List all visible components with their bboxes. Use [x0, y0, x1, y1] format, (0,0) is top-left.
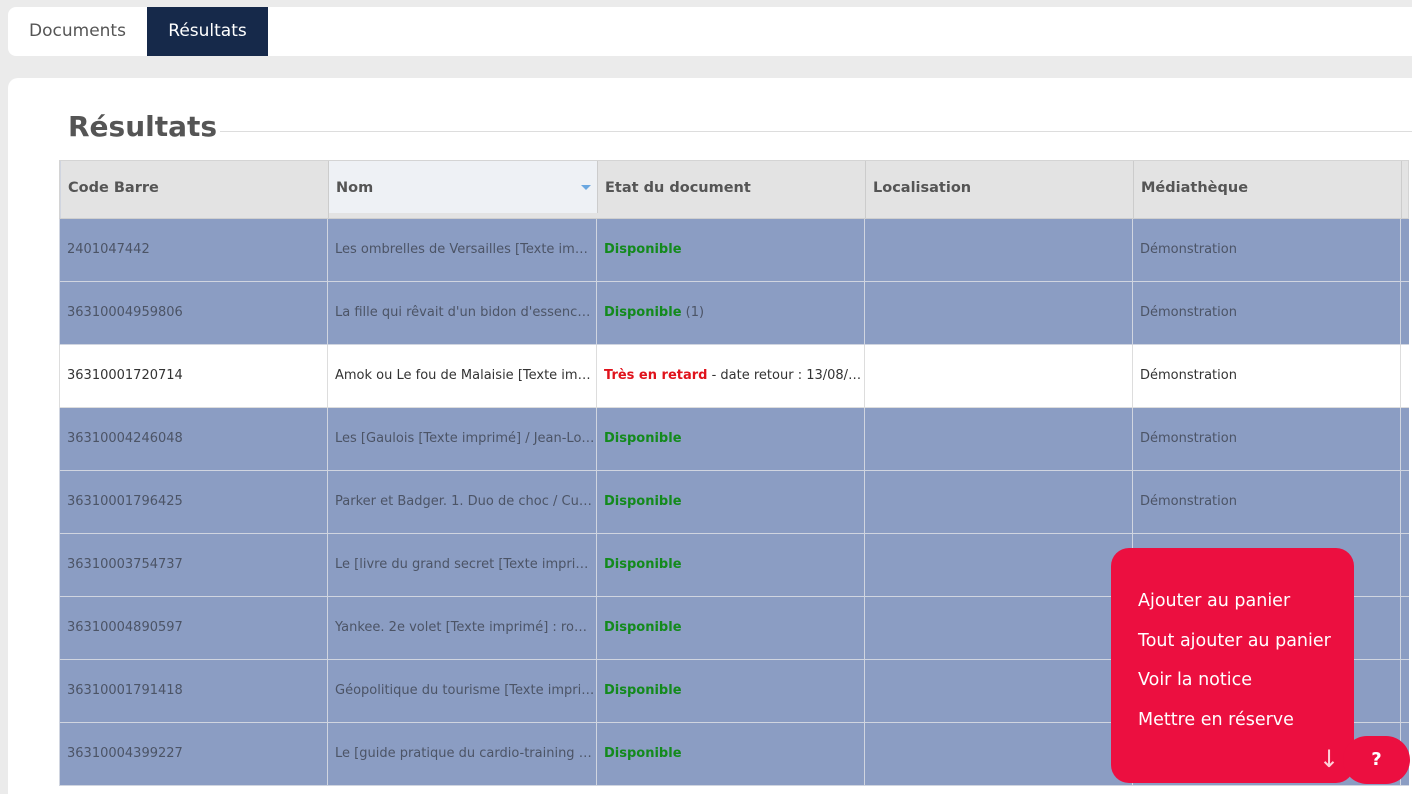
cell-etat: Très en retard - date retour : 13/08/17 [597, 345, 865, 407]
table-row[interactable]: 2401047442 Les ombrelles de Versailles [T… [59, 219, 1409, 282]
status-label: Disponible [604, 242, 682, 257]
cell-code-barre: 36310001720714 [59, 345, 328, 407]
menu-item-voir-notice[interactable]: Voir la notice [1111, 661, 1354, 701]
cell-code-barre: 36310001791418 [59, 660, 328, 722]
status-label: Disponible [604, 494, 682, 509]
title-divider [220, 131, 1412, 132]
table-row[interactable]: 36310001796425 Parker et Badger. 1. Duo d… [59, 471, 1409, 534]
status-label: Disponible [604, 557, 682, 572]
column-header-localisation[interactable]: Localisation [866, 161, 1134, 218]
cell-localisation [865, 471, 1133, 533]
status-label: Disponible [604, 746, 682, 761]
menu-item-tout-ajouter-panier[interactable]: Tout ajouter au panier [1111, 622, 1354, 662]
cell-mediatheque: Démonstration [1133, 408, 1401, 470]
cell-etat: Disponible [597, 597, 865, 659]
table-row[interactable]: 36310001720714 Amok ou Le fou de Malaisie… [59, 345, 1409, 408]
cell-nom: Le [livre du grand secret [Texte imprimé… [328, 534, 597, 596]
cell-nom: La fille qui rêvait d'un bidon d'essence… [328, 282, 597, 344]
status-label: Disponible [604, 431, 682, 446]
status-label: Disponible [604, 620, 682, 635]
column-header-etat[interactable]: Etat du document [598, 161, 866, 218]
cell-nom: Géopolitique du tourisme [Texte imprimé] [328, 660, 597, 722]
cell-etat: Disponible [597, 408, 865, 470]
cell-etat: Disponible [597, 723, 865, 785]
sort-desc-icon[interactable] [581, 185, 591, 190]
status-label: Disponible [604, 683, 682, 698]
cell-mediatheque: Démonstration [1133, 282, 1401, 344]
column-header-mediatheque[interactable]: Médiathèque [1134, 161, 1402, 218]
cell-etat: Disponible [597, 534, 865, 596]
cell-etat: Disponible [597, 471, 865, 533]
table-row[interactable]: 36310004246048 Les [Gaulois [Texte imprim… [59, 408, 1409, 471]
status-detail: - date retour : 13/08/17 [707, 368, 865, 383]
table-header: Code Barre Nom Etat du document Localisa… [59, 160, 1409, 219]
status-label: Disponible [604, 305, 682, 320]
cell-code-barre: 36310004399227 [59, 723, 328, 785]
cell-nom: Parker et Badger. 1. Duo de choc / Cuadr… [328, 471, 597, 533]
cell-etat: Disponible [597, 219, 865, 281]
cell-localisation [865, 597, 1133, 659]
cell-nom: Le [guide pratique du cardio-training [T… [328, 723, 597, 785]
cell-etat: Disponible [597, 660, 865, 722]
column-header-label: Nom [336, 180, 374, 196]
cell-mediatheque: Démonstration [1133, 471, 1401, 533]
cell-localisation [865, 534, 1133, 596]
cell-code-barre: 36310004890597 [59, 597, 328, 659]
cell-localisation [865, 345, 1133, 407]
cell-code-barre: 36310003754737 [59, 534, 328, 596]
page-title: Résultats [68, 110, 218, 143]
cell-code-barre: 36310004959806 [59, 282, 328, 344]
cell-localisation [865, 408, 1133, 470]
menu-item-mettre-reserve[interactable]: Mettre en réserve [1111, 701, 1354, 741]
cell-code-barre: 36310001796425 [59, 471, 328, 533]
arrow-down-icon[interactable]: ↓ [1318, 743, 1340, 775]
status-detail: (1) [681, 305, 705, 320]
tab-bar: Documents Résultats [8, 7, 1412, 56]
table-row[interactable]: 36310004959806 La fille qui rêvait d'un b… [59, 282, 1409, 345]
cell-nom: Amok ou Le fou de Malaisie [Texte imprim… [328, 345, 597, 407]
cell-etat: Disponible (1) [597, 282, 865, 344]
tab-resultats[interactable]: Résultats [147, 7, 268, 56]
cell-localisation [865, 219, 1133, 281]
cell-mediatheque: Démonstration [1133, 345, 1401, 407]
cell-nom: Les [Gaulois [Texte imprimé] / Jean-Loui… [328, 408, 597, 470]
cell-nom: Yankee. 2e volet [Texte imprimé] : roman [328, 597, 597, 659]
cell-code-barre: 36310004246048 [59, 408, 328, 470]
cell-localisation [865, 723, 1133, 785]
cell-localisation [865, 282, 1133, 344]
cell-nom: Les ombrelles de Versailles [Texte impri… [328, 219, 597, 281]
cell-localisation [865, 660, 1133, 722]
menu-item-ajouter-panier[interactable]: Ajouter au panier [1111, 582, 1354, 622]
column-header-nom[interactable]: Nom [329, 161, 598, 213]
help-button[interactable]: ? [1343, 736, 1410, 784]
status-label: Très en retard [604, 368, 708, 383]
tab-documents[interactable]: Documents [8, 7, 147, 56]
cell-mediatheque: Démonstration [1133, 219, 1401, 281]
cell-code-barre: 2401047442 [59, 219, 328, 281]
column-header-code-barre[interactable]: Code Barre [60, 161, 329, 218]
